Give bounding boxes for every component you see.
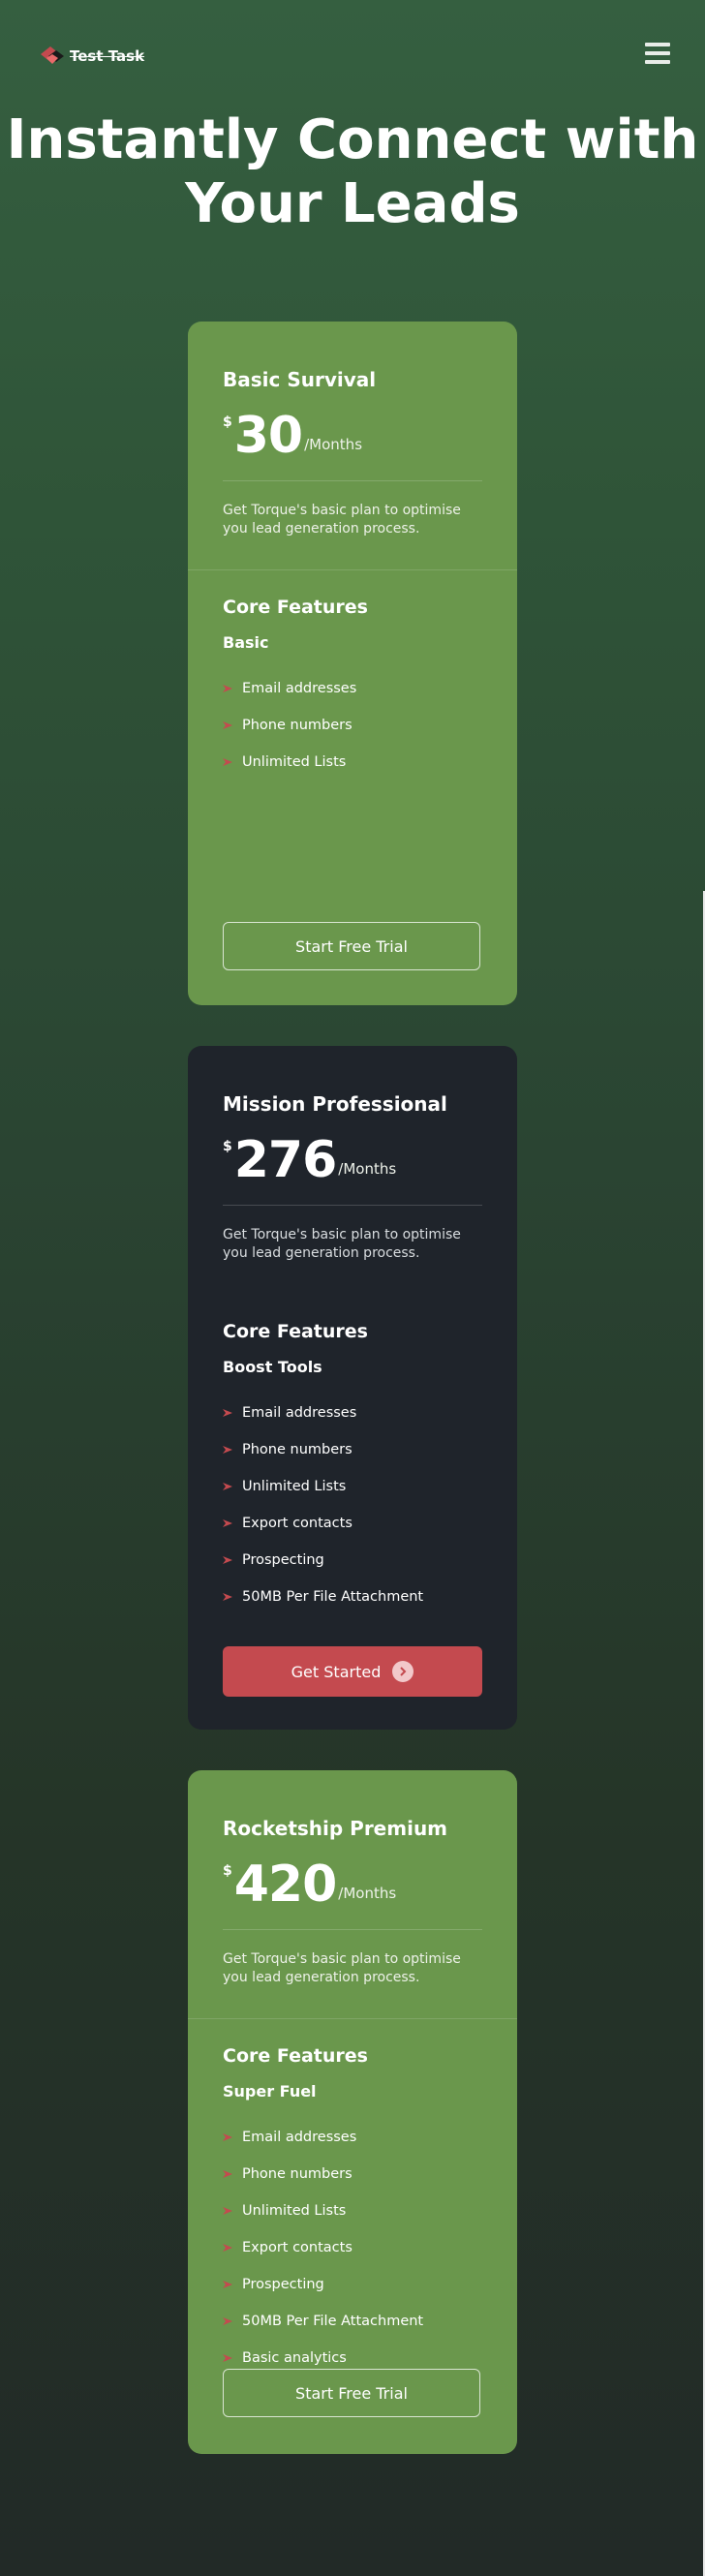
plan-price: $ 420 /Months bbox=[223, 1857, 396, 1912]
divider bbox=[223, 1205, 482, 1206]
feature-item: 50MB Per File Attachment bbox=[223, 2303, 423, 2340]
plan-name: Basic Survival bbox=[223, 368, 377, 391]
features-heading: Core Features bbox=[223, 1321, 368, 1342]
logo-text: Test Task bbox=[70, 47, 145, 65]
price-period: /Months bbox=[304, 436, 363, 453]
feature-list: Email addresses Phone numbers Unlimited … bbox=[223, 670, 356, 781]
site-header: Test Task bbox=[0, 0, 705, 114]
currency-symbol: $ bbox=[223, 414, 232, 430]
feature-list: Email addresses Phone numbers Unlimited … bbox=[223, 2119, 423, 2377]
feature-item: Email addresses bbox=[223, 670, 356, 707]
plan-price: $ 276 /Months bbox=[223, 1133, 396, 1187]
feature-item: Unlimited Lists bbox=[223, 744, 356, 781]
pricing-card-premium: Rocketship Premium $ 420 /Months Get Tor… bbox=[188, 1770, 517, 2454]
arrow-right-icon bbox=[223, 2317, 232, 2325]
feature-item: Email addresses bbox=[223, 2119, 423, 2156]
price-period: /Months bbox=[338, 1160, 397, 1178]
feature-item: Phone numbers bbox=[223, 1431, 423, 1468]
price-amount: 30 bbox=[233, 407, 303, 465]
feature-item: Export contacts bbox=[223, 2229, 423, 2266]
price-amount: 420 bbox=[233, 1855, 338, 1914]
feature-item: Phone numbers bbox=[223, 707, 356, 744]
feature-item: Phone numbers bbox=[223, 2156, 423, 2193]
price-amount: 276 bbox=[233, 1131, 338, 1189]
divider bbox=[188, 569, 517, 570]
arrow-circle-icon bbox=[392, 1661, 414, 1682]
start-free-trial-button[interactable]: Start Free Trial bbox=[223, 922, 480, 970]
feature-item: Unlimited Lists bbox=[223, 2193, 423, 2229]
arrow-right-icon bbox=[223, 1446, 232, 1454]
arrow-right-icon bbox=[223, 2281, 232, 2288]
start-free-trial-button[interactable]: Start Free Trial bbox=[223, 2369, 480, 2417]
pricing-card-basic: Basic Survival $ 30 /Months Get Torque's… bbox=[188, 322, 517, 1005]
feature-item: Unlimited Lists bbox=[223, 1468, 423, 1505]
arrow-right-icon bbox=[223, 1409, 232, 1417]
arrow-right-icon bbox=[223, 1593, 232, 1601]
arrow-right-icon bbox=[223, 2354, 232, 2362]
arrow-right-icon bbox=[223, 758, 232, 766]
arrow-right-icon bbox=[223, 721, 232, 729]
feature-list: Email addresses Phone numbers Unlimited … bbox=[223, 1395, 423, 1615]
arrow-right-icon bbox=[223, 685, 232, 692]
feature-item: Prospecting bbox=[223, 1542, 423, 1579]
logo[interactable]: Test Task bbox=[37, 43, 144, 70]
plan-tier: Boost Tools bbox=[223, 1358, 322, 1376]
hamburger-menu-icon[interactable] bbox=[645, 43, 670, 64]
features-heading: Core Features bbox=[223, 597, 368, 618]
pricing-card-professional: Mission Professional $ 276 /Months Get T… bbox=[188, 1046, 517, 1730]
divider bbox=[223, 480, 482, 481]
arrow-right-icon bbox=[223, 2244, 232, 2252]
plan-name: Rocketship Premium bbox=[223, 1817, 448, 1840]
plan-description: Get Torque's basic plan to optimise you … bbox=[223, 1951, 461, 1985]
arrow-right-icon bbox=[223, 2133, 232, 2141]
price-period: /Months bbox=[338, 1885, 397, 1902]
feature-item: Export contacts bbox=[223, 1505, 423, 1542]
currency-symbol: $ bbox=[223, 1863, 232, 1879]
arrow-right-icon bbox=[223, 1556, 232, 1564]
feature-item: 50MB Per File Attachment bbox=[223, 1579, 423, 1615]
features-heading: Core Features bbox=[223, 2045, 368, 2067]
arrow-right-icon bbox=[223, 2207, 232, 2215]
page-title: Instantly Connect with Your Leads bbox=[6, 108, 699, 235]
plan-tier: Super Fuel bbox=[223, 2082, 317, 2101]
plan-description: Get Torque's basic plan to optimise you … bbox=[223, 1227, 461, 1261]
divider bbox=[188, 2018, 517, 2019]
currency-symbol: $ bbox=[223, 1139, 232, 1154]
plan-name: Mission Professional bbox=[223, 1092, 447, 1116]
arrow-right-icon bbox=[223, 1519, 232, 1527]
logo-icon bbox=[41, 46, 64, 64]
feature-item: Email addresses bbox=[223, 1395, 423, 1431]
divider bbox=[223, 1929, 482, 1930]
arrow-right-icon bbox=[223, 1483, 232, 1490]
button-label: Get Started bbox=[291, 1662, 382, 1681]
arrow-right-icon bbox=[223, 2170, 232, 2178]
plan-tier: Basic bbox=[223, 633, 269, 652]
get-started-button[interactable]: Get Started bbox=[223, 1646, 482, 1697]
plan-price: $ 30 /Months bbox=[223, 409, 362, 463]
plan-description: Get Torque's basic plan to optimise you … bbox=[223, 503, 461, 537]
feature-item: Prospecting bbox=[223, 2266, 423, 2303]
